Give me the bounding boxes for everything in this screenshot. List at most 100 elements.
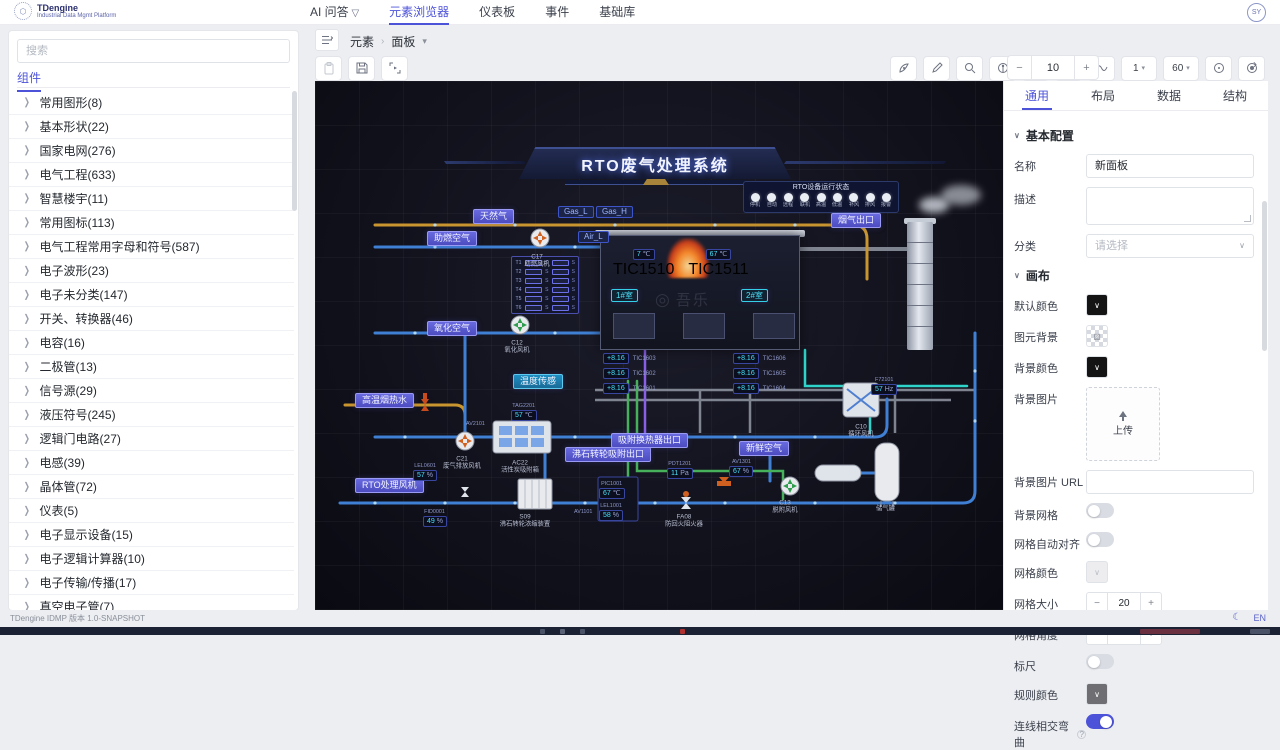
sidebar-category-item[interactable]: ❯ 电子显示设备(15) bbox=[9, 523, 294, 547]
panel-tab[interactable]: 通用 bbox=[1004, 81, 1070, 110]
panel-tab[interactable]: 布局 bbox=[1070, 81, 1136, 110]
panel-tab[interactable]: 数据 bbox=[1136, 81, 1202, 110]
status-panel[interactable]: RTO设备运行状态 停机 自动 远程 联机 高温 低温 补风 排风 报警 bbox=[743, 181, 899, 213]
canvas-label[interactable]: 烟气出口 bbox=[831, 213, 882, 228]
instrument-readout[interactable]: TAG2201 57 ℃ bbox=[511, 403, 537, 421]
preview-button[interactable] bbox=[381, 55, 408, 81]
tab-components[interactable]: 组件 bbox=[17, 69, 42, 92]
collapse-panel-chevron[interactable]: › bbox=[1253, 57, 1257, 71]
canvas-label[interactable]: 氧化空气 bbox=[427, 321, 478, 336]
scale-decrease-button[interactable]: − bbox=[1007, 55, 1032, 80]
scale-increase-button[interactable]: + bbox=[1074, 55, 1099, 80]
canvas-label[interactable]: 吸附换热器出口 bbox=[611, 433, 689, 448]
canvas-label[interactable]: 温度传感 bbox=[513, 374, 564, 389]
color-swatch[interactable]: ∨ bbox=[1086, 356, 1108, 378]
canvas-label[interactable]: 助燃空气 bbox=[427, 231, 478, 246]
sidebar-category-item[interactable]: ❯ 信号源(29) bbox=[9, 379, 294, 403]
sidebar-category-item[interactable]: ❯ 真空电子管(7) bbox=[9, 595, 294, 610]
canvas-label[interactable]: 1#室 bbox=[611, 289, 638, 302]
line-width-select[interactable]: 1 ▾ bbox=[1121, 55, 1157, 81]
sidebar-category-item[interactable]: ❯ 二极管(13) bbox=[9, 355, 294, 379]
panel-tab[interactable]: 结构 bbox=[1202, 81, 1268, 110]
sidebar-category-item[interactable]: ❯ 电容(16) bbox=[9, 331, 294, 355]
canvas-label[interactable]: 新鲜空气 bbox=[739, 441, 790, 456]
pipe-tag[interactable]: Air_L bbox=[578, 231, 609, 243]
sidebar-category-item[interactable]: ❯ 电子波形(23) bbox=[9, 259, 294, 283]
sidebar-category-item[interactable]: ❯ 晶体管(72) bbox=[9, 475, 294, 499]
color-swatch[interactable]: ∨ bbox=[1086, 561, 1108, 583]
scale-value[interactable]: 10 bbox=[1032, 55, 1074, 80]
sidebar-category-item[interactable]: ❯ 电子逻辑计算器(10) bbox=[9, 547, 294, 571]
sidebar-category-item[interactable]: ❯ 电气工程(633) bbox=[9, 163, 294, 187]
sidebar-toggle-button[interactable] bbox=[315, 29, 339, 51]
color-swatch[interactable]: ∨ bbox=[1086, 683, 1108, 705]
panel-scrollbar[interactable] bbox=[1262, 201, 1267, 351]
canvas-label[interactable]: 2#室 bbox=[741, 289, 768, 302]
nav-tab[interactable]: 元素浏览器 bbox=[389, 0, 450, 25]
sidebar-category-item[interactable]: ❯ 常用图形(8) bbox=[9, 91, 294, 115]
angle-select[interactable]: 60 ▾ bbox=[1163, 55, 1199, 81]
sidebar-category-item[interactable]: ❯ 电子传输/传播(17) bbox=[9, 571, 294, 595]
upload-dropzone[interactable]: 上传 bbox=[1086, 387, 1160, 461]
canvas-label[interactable]: 沸石转轮吸附出口 bbox=[565, 447, 652, 462]
nav-tab[interactable]: 事件 bbox=[545, 0, 569, 25]
pen-tool-button[interactable] bbox=[890, 55, 917, 81]
instrument-readout[interactable]: LEL0601 57 % bbox=[413, 463, 437, 481]
scada-canvas[interactable]: 7 ℃ TIC1510 67 ℃ TIC1511 +8.16 TIC1603 +8.16 T… bbox=[315, 81, 1003, 610]
sidebar-category-item[interactable]: ❯ 开关、转换器(46) bbox=[9, 307, 294, 331]
breadcrumb-root[interactable]: 元素 bbox=[350, 33, 374, 50]
breadcrumb-current[interactable]: 面板 bbox=[391, 33, 415, 50]
sidebar-category-item[interactable]: ❯ 国家电网(276) bbox=[9, 139, 294, 163]
sidebar-category-item[interactable]: ❯ 基本形状(22) bbox=[9, 115, 294, 139]
nav-tab[interactable]: 仪表板 bbox=[479, 0, 515, 25]
toggle-switch[interactable] bbox=[1086, 532, 1114, 547]
nav-tab[interactable]: AI 问答 ▽ bbox=[310, 0, 359, 25]
instrument-readout[interactable]: PIC1001 67 ℃ bbox=[599, 481, 625, 499]
pipe-tag[interactable]: Gas_H bbox=[596, 206, 633, 218]
text-input[interactable]: 新面板 bbox=[1086, 154, 1254, 178]
canvas-label[interactable]: 高温烟热水 bbox=[355, 393, 415, 408]
search-input[interactable]: 搜索 bbox=[17, 39, 290, 63]
os-taskbar[interactable] bbox=[0, 627, 1280, 635]
sidebar-category-item[interactable]: ❯ 液压符号(245) bbox=[9, 403, 294, 427]
color-swatch[interactable]: ∨ bbox=[1086, 294, 1108, 316]
textarea-input[interactable] bbox=[1086, 187, 1254, 225]
instrument-readout[interactable]: AV2101 bbox=[465, 421, 486, 427]
sidebar-category-item[interactable]: ❯ 常用图标(113) bbox=[9, 211, 294, 235]
language-toggle[interactable]: EN bbox=[1253, 613, 1266, 623]
avatar[interactable]: SY bbox=[1247, 3, 1266, 22]
sidebar-category-item[interactable]: ❯ 逻辑门电路(27) bbox=[9, 427, 294, 451]
sidebar-category-item[interactable]: ❯ 智慧楼宇(11) bbox=[9, 187, 294, 211]
toggle-switch[interactable] bbox=[1086, 654, 1114, 669]
chevron-down-icon[interactable]: ▾ bbox=[422, 36, 427, 47]
transparent-swatch[interactable]: ▨ bbox=[1086, 325, 1108, 347]
instrument-readout[interactable]: AV1301 67 % bbox=[729, 459, 753, 477]
nav-tab[interactable]: 基础库 bbox=[599, 0, 635, 25]
instrument-readout[interactable]: AV1101 bbox=[573, 509, 593, 515]
instrument-readout[interactable]: LEL1001 58 % bbox=[599, 503, 623, 521]
center-view-button[interactable] bbox=[1205, 55, 1232, 81]
text-input[interactable] bbox=[1086, 470, 1254, 494]
section-header[interactable]: ∨ 基本配置 bbox=[1014, 127, 1254, 144]
sidebar-category-item[interactable]: ❯ 仪表(5) bbox=[9, 499, 294, 523]
pencil-tool-button[interactable] bbox=[923, 55, 950, 81]
save-button[interactable] bbox=[348, 55, 375, 81]
fit-view-button[interactable] bbox=[1238, 55, 1265, 81]
instrument-readout[interactable]: PDT1201 11 Pa bbox=[667, 461, 693, 479]
pipe-tag[interactable]: Gas_L bbox=[558, 206, 594, 218]
toggle-switch[interactable] bbox=[1086, 714, 1114, 729]
paste-button[interactable] bbox=[315, 55, 342, 81]
instrument-readout[interactable]: F72101 57 Hz bbox=[871, 377, 898, 395]
toggle-switch[interactable] bbox=[1086, 503, 1114, 518]
section-header[interactable]: ∨ 画布 bbox=[1014, 267, 1254, 284]
magnifier-button[interactable] bbox=[956, 55, 983, 81]
canvas-label[interactable]: 天然气 bbox=[473, 209, 515, 224]
sidebar-category-item[interactable]: ❯ 电子未分类(147) bbox=[9, 283, 294, 307]
dark-mode-icon[interactable]: ☾ bbox=[1233, 612, 1242, 623]
instrument-readout[interactable]: FID0001 49 % bbox=[423, 509, 447, 527]
title-banner[interactable]: RTO废气处理系统 bbox=[519, 147, 791, 179]
sidebar-category-item[interactable]: ❯ 电感(39) bbox=[9, 451, 294, 475]
sidebar-scrollbar[interactable] bbox=[292, 91, 297, 211]
chimney-stack[interactable] bbox=[907, 222, 933, 350]
select-input[interactable]: 请选择 ∨ bbox=[1086, 234, 1254, 258]
